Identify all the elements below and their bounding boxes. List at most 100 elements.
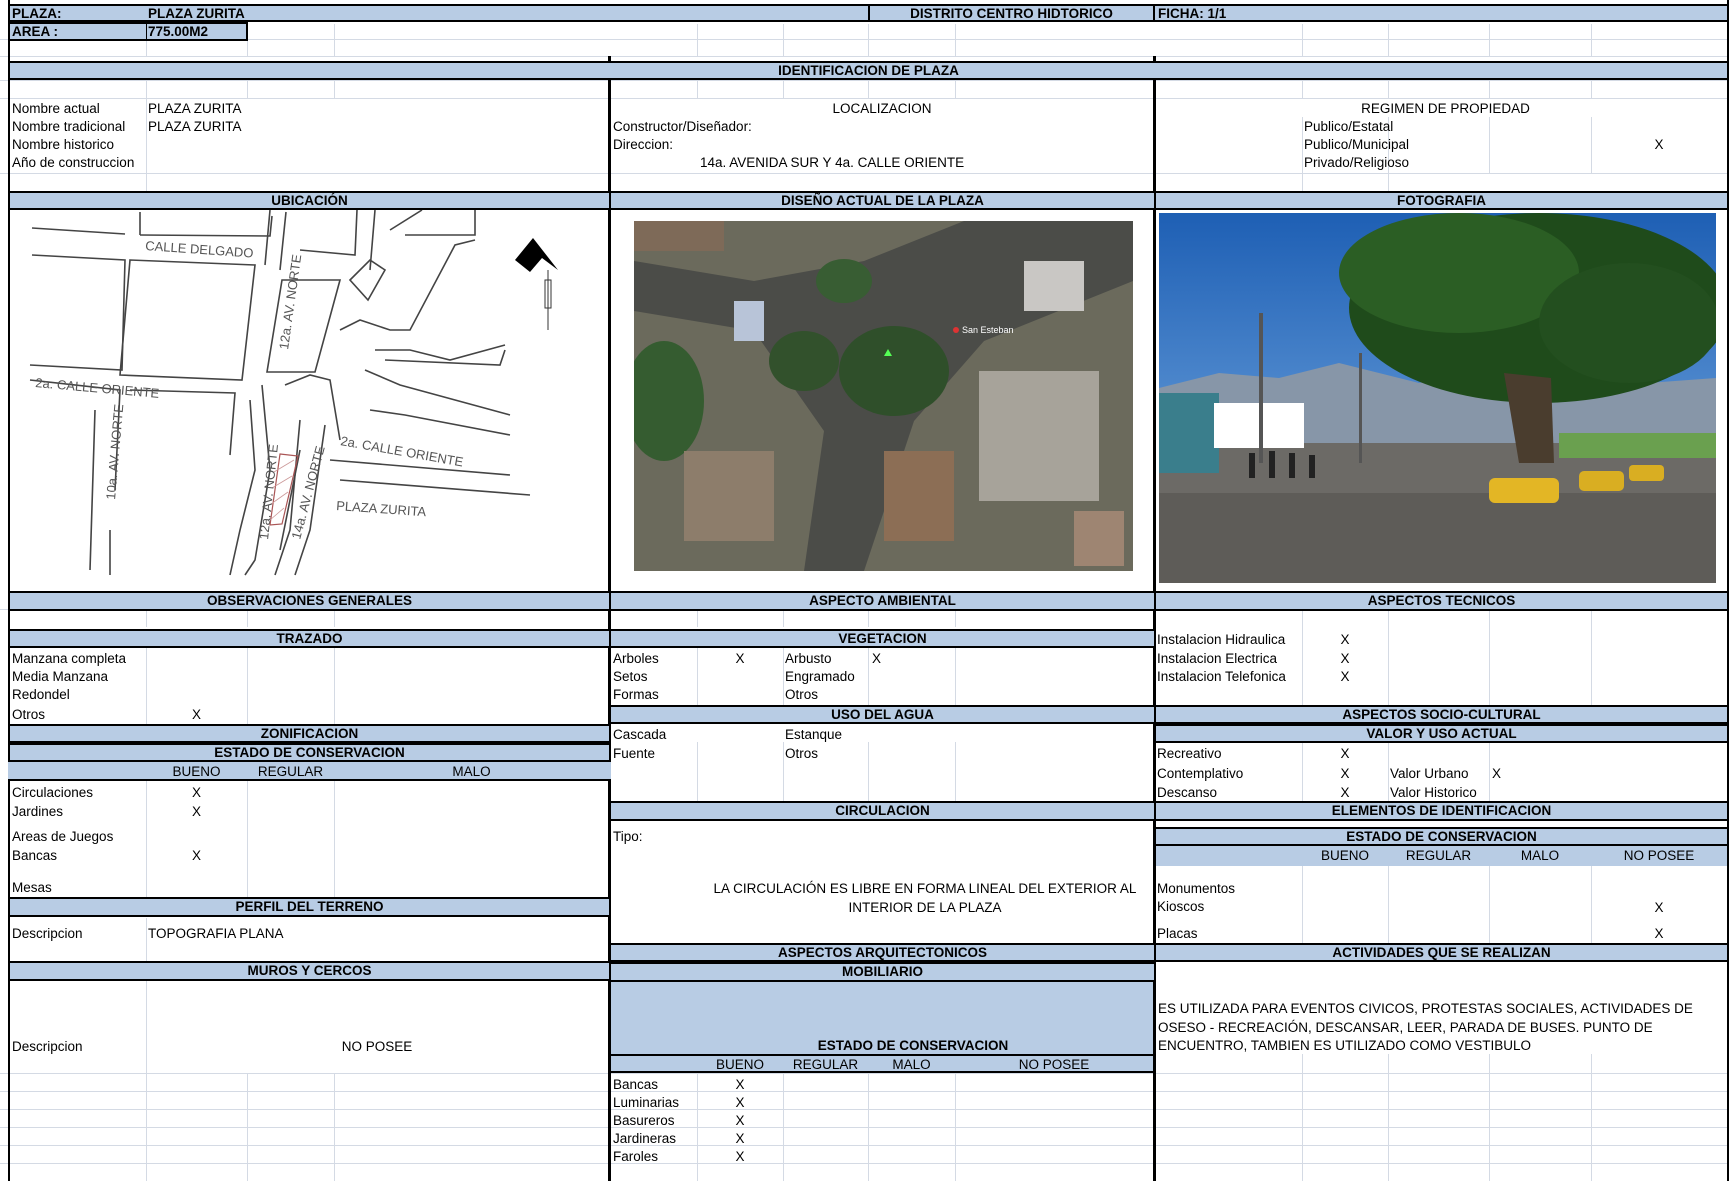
mobiliario-title: MOBILIARIO bbox=[609, 962, 1156, 982]
aspectos-arquitectonicos-title: ASPECTOS ARQUITECTONICOS bbox=[609, 943, 1156, 962]
estado-col-malo-left: MALO bbox=[452, 764, 491, 779]
regimen-municipal-mark: X bbox=[1654, 137, 1664, 152]
mobiliario-bancas-mark: X bbox=[735, 1077, 745, 1092]
section-aspectos-tecnicos: ASPECTOS TECNICOS bbox=[1154, 591, 1729, 611]
uso-recreativo: Recreativo bbox=[1157, 746, 1222, 761]
tecnico-telefonica-mark: X bbox=[1340, 669, 1350, 684]
elemento-monumentos: Monumentos bbox=[1157, 881, 1236, 896]
tecnico-hidraulica: Instalacion Hidraulica bbox=[1157, 632, 1286, 647]
direccion-label: Direccion: bbox=[613, 137, 674, 152]
section-aspecto-ambiental: ASPECTO AMBIENTAL bbox=[609, 591, 1156, 611]
estado-bancas: Bancas bbox=[12, 848, 58, 863]
circulacion-tipo-label: Tipo: bbox=[613, 829, 643, 844]
regimen-privado-religioso: Privado/Religioso bbox=[1304, 155, 1410, 170]
nombre-tradicional-label: Nombre tradicional bbox=[12, 119, 126, 134]
vegetacion-otros: Otros bbox=[785, 687, 819, 702]
estado-col-regular-left: REGULAR bbox=[257, 764, 324, 779]
vegetacion-arbusto: Arbusto bbox=[785, 651, 832, 666]
plaza-name: PLAZA ZURITA bbox=[148, 6, 245, 21]
anio-construccion-label: Año de construccion bbox=[12, 155, 135, 170]
mobiliario-col-bueno: BUENO bbox=[715, 1057, 764, 1072]
perfil-descripcion-label: Descripcion bbox=[12, 926, 83, 941]
location-map: CALLE DELGADO 12a. AV. NORTE 2a. CALLE O… bbox=[10, 210, 608, 585]
mobiliario-col-malo: MALO bbox=[892, 1057, 931, 1072]
vegetacion-arboles: Arboles bbox=[613, 651, 659, 666]
agua-estanque: Estanque bbox=[785, 727, 843, 742]
mobiliario-basureros-mark: X bbox=[735, 1113, 745, 1128]
estado-conservacion-title-right: ESTADO DE CONSERVACION bbox=[1154, 827, 1729, 846]
ficha-sheet: PLAZA: PLAZA ZURITA DISTRITO CENTRO HIDT… bbox=[0, 0, 1729, 1181]
map-label-2a-calle-oriente-right: 2a. CALLE ORIENTE bbox=[339, 433, 464, 469]
mobiliario-luminarias: Luminarias bbox=[613, 1095, 680, 1110]
estado-jardines: Jardines bbox=[12, 804, 64, 819]
perfil-terreno-title: PERFIL DEL TERRENO bbox=[8, 897, 611, 917]
mobiliario-col-no-posee: NO POSEE bbox=[1018, 1057, 1090, 1072]
elemento-kioscos: Kioscos bbox=[1157, 899, 1205, 914]
mobiliario-basureros: Basureros bbox=[613, 1113, 675, 1128]
uso-agua-title: USO DEL AGUA bbox=[609, 705, 1156, 724]
circulacion-text: LA CIRCULACIÓN ES LIBRE EN FORMA LINEAL … bbox=[713, 881, 1137, 915]
mobiliario-estado-title: ESTADO DE CONSERVACION bbox=[817, 1038, 1009, 1053]
vegetacion-arbusto-mark: X bbox=[872, 651, 882, 666]
actividades-title: ACTIVIDADES QUE SE REALIZAN bbox=[1154, 943, 1729, 962]
localizacion-title: LOCALIZACION bbox=[832, 101, 932, 116]
elementos-col-regular: REGULAR bbox=[1405, 848, 1472, 863]
north-arrow-icon bbox=[515, 238, 558, 330]
plaza-label: PLAZA: bbox=[12, 6, 62, 21]
trazado-otros: Otros bbox=[12, 707, 46, 722]
agua-cascada: Cascada bbox=[613, 727, 667, 742]
muros-descripcion-value: NO POSEE bbox=[341, 1039, 413, 1054]
ficha-label: FICHA: 1/1 bbox=[1158, 6, 1227, 21]
aerial-image: San Esteban bbox=[634, 221, 1133, 571]
tecnico-telefonica: Instalacion Telefonica bbox=[1157, 669, 1286, 684]
mobiliario-bancas: Bancas bbox=[613, 1077, 659, 1092]
estado-conservacion-title-left: ESTADO DE CONSERVACION bbox=[8, 743, 611, 762]
socio-cultural-title: ASPECTOS SOCIO-CULTURAL bbox=[1154, 705, 1729, 724]
area-value: 775.00M2 bbox=[148, 24, 209, 39]
tecnico-electrica-mark: X bbox=[1340, 651, 1350, 666]
trazado-title: TRAZADO bbox=[8, 629, 611, 648]
map-label-12a-av-norte-bottom: 12a. AV. NORTE bbox=[256, 443, 281, 540]
agua-fuente: Fuente bbox=[613, 746, 656, 761]
estado-areas-juegos: Areas de Juegos bbox=[12, 829, 114, 844]
map-label-14a-av-norte: 14a. AV. NORTE bbox=[288, 444, 327, 541]
elementos-identificacion-title: ELEMENTOS DE IDENTIFICACION bbox=[1154, 801, 1729, 821]
elementos-col-no-posee: NO POSEE bbox=[1623, 848, 1695, 863]
agua-otros: Otros bbox=[785, 746, 819, 761]
regimen-title: REGIMEN DE PROPIEDAD bbox=[1361, 101, 1530, 116]
mobiliario-jardineras-mark: X bbox=[735, 1131, 745, 1146]
map-label-calle-delgado: CALLE DELGADO bbox=[145, 238, 254, 261]
mobiliario-luminarias-mark: X bbox=[735, 1095, 745, 1110]
trazado-manzana-completa: Manzana completa bbox=[12, 651, 127, 666]
direccion-value: 14a. AVENIDA SUR Y 4a. CALLE ORIENTE bbox=[700, 155, 965, 170]
nombre-historico-label: Nombre historico bbox=[12, 137, 115, 152]
uso-recreativo-mark: X bbox=[1340, 746, 1350, 761]
perfil-descripcion-value: TOPOGRAFIA PLANA bbox=[148, 926, 284, 941]
uso-descanso: Descanso bbox=[1157, 785, 1218, 800]
muros-cercos-title: MUROS Y CERCOS bbox=[8, 961, 611, 981]
estado-jardines-mark: X bbox=[191, 804, 201, 819]
tecnico-electrica: Instalacion Electrica bbox=[1157, 651, 1278, 666]
nombre-actual-label: Nombre actual bbox=[12, 101, 100, 116]
map-label-plaza-zurita: PLAZA ZURITA bbox=[336, 498, 427, 519]
nombre-actual-value: PLAZA ZURITA bbox=[148, 101, 242, 116]
regimen-publico-municipal: Publico/Municipal bbox=[1304, 137, 1410, 152]
estado-bancas-mark: X bbox=[191, 848, 201, 863]
uso-valor-urbano: Valor Urbano bbox=[1390, 766, 1469, 781]
mobiliario-col-regular: REGULAR bbox=[792, 1057, 859, 1072]
section-fotografia: FOTOGRAFIA bbox=[1154, 191, 1729, 210]
plaza-photo bbox=[1159, 213, 1716, 583]
uso-contemplativo-mark: X bbox=[1340, 766, 1350, 781]
trazado-redondel: Redondel bbox=[12, 687, 70, 702]
mobiliario-faroles-mark: X bbox=[735, 1149, 745, 1164]
section-identificacion: IDENTIFICACION DE PLAZA bbox=[8, 61, 1729, 80]
estado-circulaciones: Circulaciones bbox=[12, 785, 94, 800]
mobiliario-jardineras: Jardineras bbox=[613, 1131, 677, 1146]
vegetacion-setos: Setos bbox=[613, 669, 648, 684]
map-label-10a-av-norte: 10a. AV. NORTE bbox=[103, 403, 126, 500]
elemento-placas: Placas bbox=[1157, 926, 1198, 941]
zonificacion-title: ZONIFICACION bbox=[8, 724, 611, 743]
valor-uso-title: VALOR Y USO ACTUAL bbox=[1154, 724, 1729, 743]
regimen-publico-estatal: Publico/Estatal bbox=[1304, 119, 1394, 134]
section-diseno: DISEÑO ACTUAL DE LA PLAZA bbox=[609, 191, 1156, 210]
